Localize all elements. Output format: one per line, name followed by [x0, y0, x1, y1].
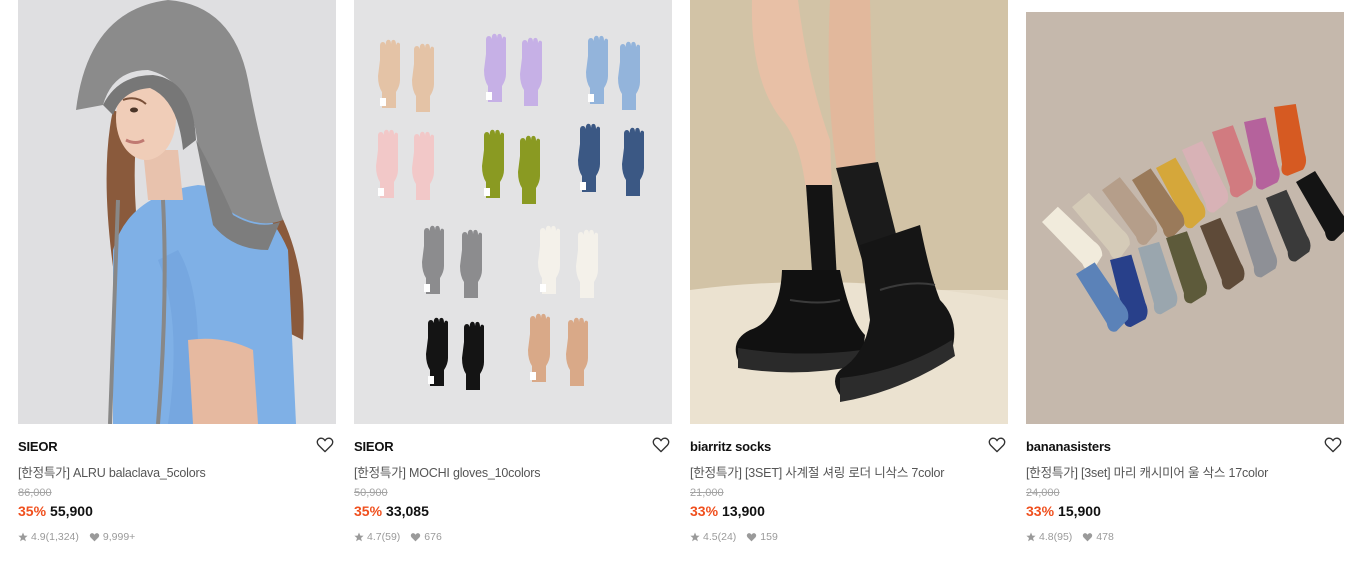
sale-price: 55,900 [50, 503, 93, 519]
rating-value: 4.5 [703, 531, 718, 543]
review-count: (24) [717, 531, 737, 543]
sale-price: 33,085 [386, 503, 429, 519]
likes-count: 478 [1096, 531, 1114, 543]
product-meta: 4.5 (24) 159 [690, 531, 778, 543]
likes-heart-icon [89, 533, 100, 542]
price-line: 33% 15,900 [1026, 503, 1101, 519]
product-image-gloves[interactable] [354, 0, 672, 424]
brand-name[interactable]: SIEOR [18, 439, 58, 454]
product-card[interactable]: biarritz socks [한정특가] [3SET] 사계절 셔링 로더 니… [690, 0, 1008, 563]
original-price: 86,000 [18, 487, 52, 499]
rating-value: 4.9 [31, 531, 46, 543]
original-price: 24,000 [1026, 487, 1060, 499]
wishlist-heart-icon[interactable] [316, 436, 334, 453]
discount-rate: 35% [354, 503, 383, 519]
price-line: 35% 55,900 [18, 503, 93, 519]
sale-price: 13,900 [722, 503, 765, 519]
brand-name[interactable]: bananasisters [1026, 439, 1111, 454]
star-icon [1026, 532, 1036, 542]
rating-value: 4.8 [1039, 531, 1054, 543]
product-meta: 4.9 (1,324) 9,999+ [18, 531, 135, 543]
discount-rate: 35% [18, 503, 47, 519]
wishlist-heart-icon[interactable] [988, 436, 1006, 453]
price-line: 33% 13,900 [690, 503, 765, 519]
star-icon [690, 532, 700, 542]
brand-name[interactable]: biarritz socks [690, 439, 771, 454]
product-meta: 4.7 (59) 676 [354, 531, 442, 543]
product-meta: 4.8 (95) 478 [1026, 531, 1114, 543]
discount-rate: 33% [1026, 503, 1055, 519]
wishlist-heart-icon[interactable] [652, 436, 670, 453]
review-count: (95) [1053, 531, 1073, 543]
product-name[interactable]: [한정특가] MOCHI gloves_10colors [354, 462, 540, 481]
product-image-knee-socks[interactable] [690, 0, 1008, 424]
price-line: 35% 33,085 [354, 503, 429, 519]
star-icon [18, 532, 28, 542]
likes-heart-icon [747, 533, 757, 542]
wishlist-heart-icon[interactable] [1324, 436, 1342, 453]
product-card[interactable]: bananasisters [한정특가] [3set] 마리 캐시미어 울 삭스… [1026, 0, 1344, 563]
product-image-wool-socks[interactable] [1026, 12, 1344, 424]
rating-value: 4.7 [367, 531, 382, 543]
review-count: (59) [381, 531, 401, 543]
review-count: (1,324) [45, 531, 79, 543]
star-icon [354, 532, 364, 542]
discount-rate: 33% [690, 503, 719, 519]
sale-price: 15,900 [1058, 503, 1101, 519]
brand-name[interactable]: SIEOR [354, 439, 394, 454]
original-price: 50,900 [354, 487, 388, 499]
likes-heart-icon [411, 533, 421, 542]
product-card[interactable]: SIEOR [한정특가] ALRU balaclava_5colors 86,0… [18, 0, 336, 563]
product-card[interactable]: SIEOR [한정특가] MOCHI gloves_10colors 50,90… [354, 0, 672, 563]
product-name[interactable]: [한정특가] [3set] 마리 캐시미어 울 삭스 17color [1026, 462, 1268, 481]
likes-heart-icon [1083, 533, 1093, 542]
product-name[interactable]: [한정특가] [3SET] 사계절 셔링 로더 니삭스 7color [690, 462, 944, 481]
likes-count: 676 [424, 531, 442, 543]
original-price: 21,000 [690, 487, 724, 499]
likes-count: 159 [760, 531, 778, 543]
product-image-balaclava[interactable] [18, 0, 336, 424]
product-name[interactable]: [한정특가] ALRU balaclava_5colors [18, 462, 206, 481]
likes-count: 9,999+ [102, 531, 136, 543]
